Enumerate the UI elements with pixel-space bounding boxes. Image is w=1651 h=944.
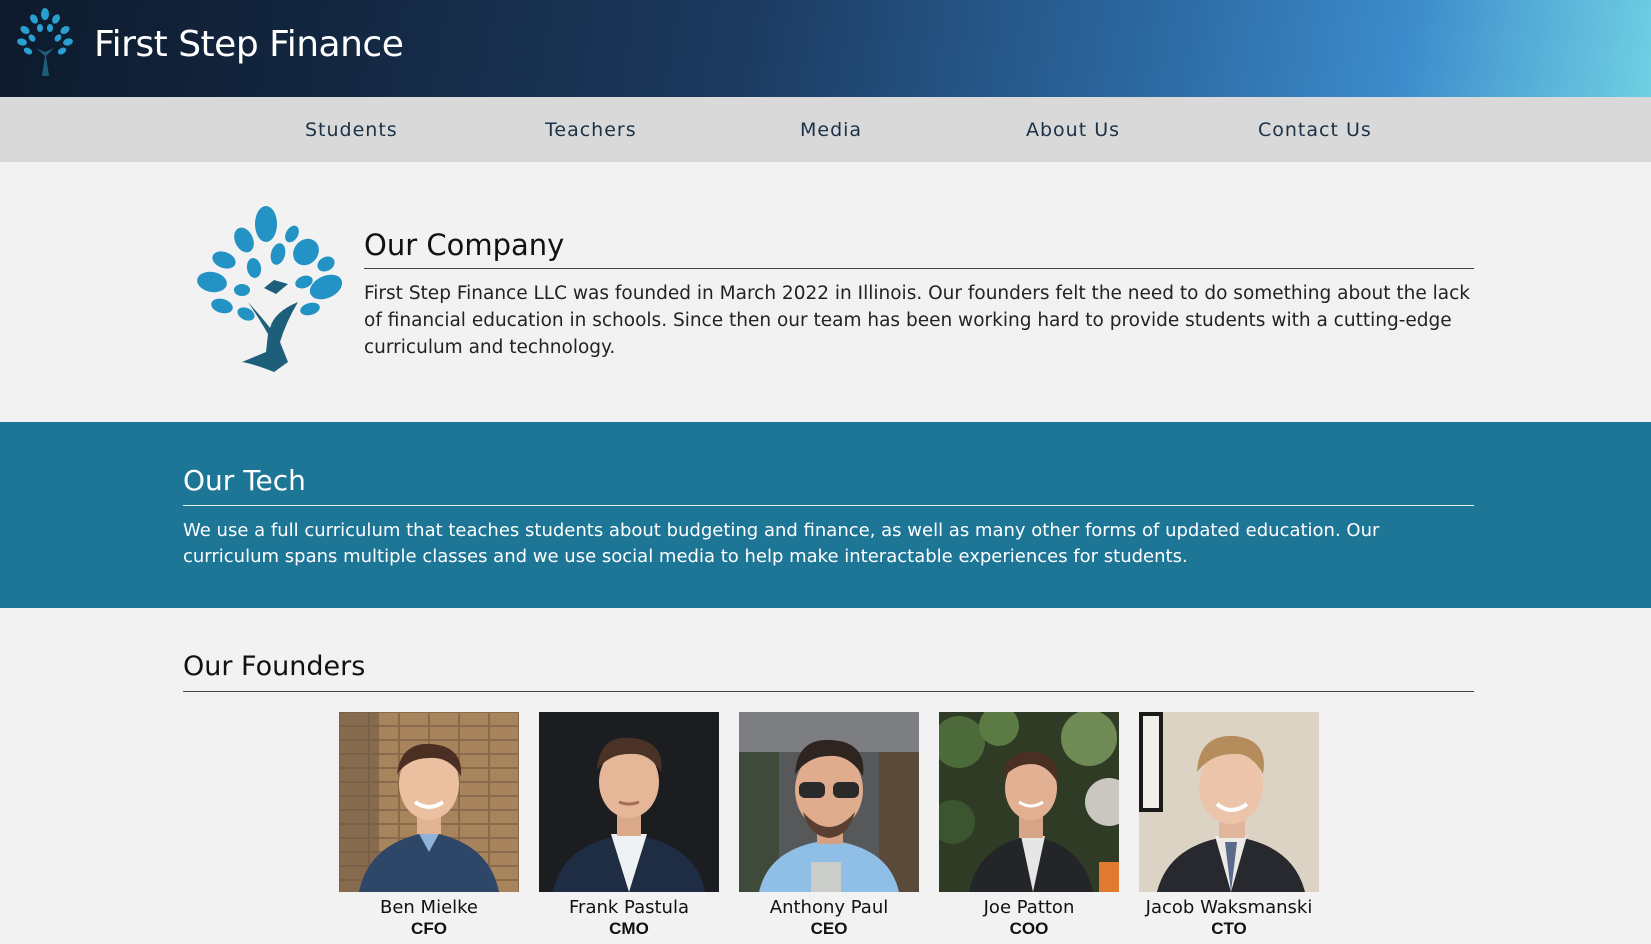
company-title: Our Company: [364, 228, 565, 262]
site-header: First Step Finance: [0, 0, 1651, 97]
nav-contact-us[interactable]: Contact Us: [1258, 119, 1372, 141]
founder-photo: [339, 712, 519, 892]
founders-title: Our Founders: [183, 651, 366, 682]
founder-role: CEO: [810, 919, 848, 938]
company-section: Our Company First Step Finance LLC was f…: [0, 162, 1651, 422]
founder-name: Joe Patton: [983, 897, 1075, 918]
nav-teachers[interactable]: Teachers: [545, 119, 637, 141]
tech-text: We use a full curriculum that teaches st…: [183, 520, 1380, 567]
founder-card: Joe Patton COO: [939, 712, 1119, 939]
tech-divider: [183, 505, 1474, 506]
founder-card: Jacob Waksmanski CTO: [1139, 712, 1319, 939]
founder-role: CTO: [1211, 919, 1247, 938]
nav-media[interactable]: Media: [800, 119, 862, 141]
founder-photo: [939, 712, 1119, 892]
founder-name: Ben Mielke: [379, 897, 478, 918]
tree-icon[interactable]: [14, 6, 76, 76]
founder-name: Anthony Paul: [769, 897, 889, 918]
founder-photo: [1139, 712, 1319, 892]
founders-divider: [183, 691, 1474, 692]
founder-photo: [539, 712, 719, 892]
tech-section: Our Tech We use a full curriculum that t…: [0, 422, 1651, 608]
founder-name: Frank Pastula: [569, 897, 689, 918]
founder-card: Anthony Paul CEO: [739, 712, 919, 939]
company-text: First Step Finance LLC was founded in Ma…: [364, 283, 1470, 358]
founder-role: COO: [1009, 919, 1049, 938]
founder-card: Ben Mielke CFO: [339, 712, 519, 939]
nav-students[interactable]: Students: [305, 119, 398, 141]
founder-role: CFO: [411, 919, 447, 938]
brand-name[interactable]: First Step Finance: [94, 24, 404, 65]
tree-logo-icon: [197, 206, 343, 372]
founder-role: CMO: [609, 919, 649, 938]
tech-title: Our Tech: [183, 464, 306, 497]
nav-about-us[interactable]: About Us: [1026, 119, 1120, 141]
company-divider: [364, 268, 1474, 269]
founder-photo: [739, 712, 919, 892]
founder-name: Jacob Waksmanski: [1145, 897, 1313, 918]
founder-card: Frank Pastula CMO: [539, 712, 719, 939]
main-nav: Students Teachers Media About Us Contact…: [0, 97, 1651, 162]
